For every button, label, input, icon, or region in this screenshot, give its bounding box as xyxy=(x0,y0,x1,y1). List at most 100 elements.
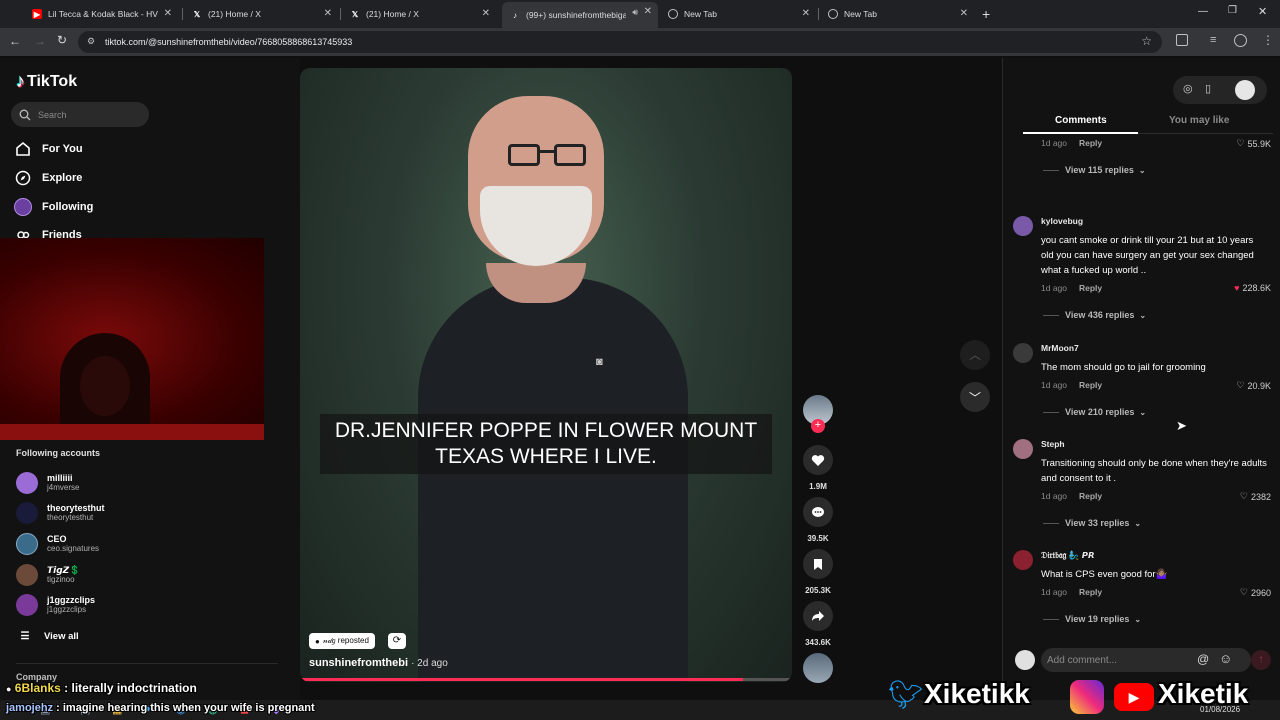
menu-icon[interactable]: ⋮ xyxy=(1262,33,1274,47)
bookmark-star-icon[interactable]: ☆ xyxy=(1141,34,1152,48)
emoji-icon[interactable]: ☺ xyxy=(1219,651,1232,666)
profile-icon[interactable] xyxy=(1234,34,1247,47)
repost-icon[interactable]: ⟳ xyxy=(388,633,406,649)
share-action[interactable]: 343.6K xyxy=(803,601,833,647)
follow-plus-icon[interactable]: + xyxy=(811,419,825,433)
tab-new-1[interactable]: New Tab ✕ xyxy=(660,4,816,24)
view-replies-button[interactable]: View 115 replies ⌄ xyxy=(1043,165,1146,175)
previous-video-button[interactable]: ︿ xyxy=(960,340,990,370)
music-disc[interactable] xyxy=(803,653,833,683)
tab-x-2[interactable]: 𝕏 (21) Home / X ✕ xyxy=(342,4,496,24)
post-comment-button[interactable]: ↑ xyxy=(1251,650,1271,670)
speaker-icon[interactable]: 🔊︎ xyxy=(632,7,638,18)
reload-button[interactable]: ↻ xyxy=(57,33,67,47)
media-control-icon[interactable]: ≡ xyxy=(1210,34,1216,46)
avatar[interactable] xyxy=(1013,216,1033,236)
tiktok-logo[interactable]: ♪ TikTok xyxy=(16,71,77,92)
avatar[interactable] xyxy=(1013,439,1033,459)
view-replies-button[interactable]: View 210 replies ⌄ xyxy=(1043,407,1146,417)
share-icon[interactable] xyxy=(803,601,833,631)
profile-avatar[interactable] xyxy=(1235,80,1255,100)
video-author[interactable]: sunshinefromthebi · 2d ago xyxy=(309,657,448,669)
close-icon[interactable]: ✕ xyxy=(164,8,172,19)
like-action[interactable]: 1.9M xyxy=(803,445,833,491)
nav-explore[interactable]: Explore xyxy=(14,169,82,187)
reply-button[interactable]: Reply xyxy=(1079,587,1102,597)
reply-button[interactable]: Reply xyxy=(1079,491,1102,501)
address-bar[interactable]: ⚙ tiktok.com/@sunshinefromthebi/video/76… xyxy=(78,31,1162,53)
glasses-right xyxy=(554,144,586,166)
nav-following[interactable]: Following xyxy=(14,198,93,216)
extensions-icon[interactable] xyxy=(1176,34,1188,46)
comment-likes[interactable]: ♡ 2382 xyxy=(1240,491,1271,502)
tab-tiktok[interactable]: ♪ (99+) sunshinefromthebigap 🔊︎ ✕ xyxy=(502,2,658,28)
progress-track[interactable] xyxy=(300,678,792,681)
following-account[interactable]: 𝙏𝙞𝙜𝙕💲 tigzinoo xyxy=(16,564,80,586)
close-window-button[interactable]: ✕ xyxy=(1258,5,1267,18)
comment-icon[interactable] xyxy=(803,497,833,527)
comment-user[interactable]: kylovebug xyxy=(1041,216,1083,226)
back-button[interactable]: ← xyxy=(9,34,21,48)
save-action[interactable]: 205.3K xyxy=(803,549,833,595)
tiktok-icon: ♪ xyxy=(513,10,517,20)
comment-meta: 1d ago Reply xyxy=(1041,491,1102,501)
compass-icon[interactable]: ◎ xyxy=(1183,82,1193,95)
like-count: 1.9M xyxy=(809,482,827,491)
following-account[interactable]: j1ggzzclips j1ggzzclips xyxy=(16,594,95,616)
view-replies-button[interactable]: View 436 replies ⌄ xyxy=(1043,310,1146,320)
comment-likes[interactable]: ♥ 228.6K xyxy=(1234,283,1271,293)
add-comment-input[interactable]: Add comment... @ ☺ xyxy=(1041,648,1251,672)
device-icon[interactable]: ▯ xyxy=(1205,82,1211,95)
minimize-button[interactable]: — xyxy=(1198,6,1208,17)
close-icon[interactable]: ✕ xyxy=(960,8,968,19)
comment-likes[interactable]: ♡ 2960 xyxy=(1240,587,1271,598)
avatar[interactable] xyxy=(1013,550,1033,570)
comment-user[interactable]: MrMoon7 xyxy=(1041,343,1079,353)
comment-user[interactable]: Steph xyxy=(1041,439,1065,449)
reply-button[interactable]: Reply xyxy=(1079,283,1102,293)
tab-x-1[interactable]: 𝕏 (21) Home / X ✕ xyxy=(184,4,338,24)
repost-chip[interactable]: ● 𝓃𝒹𝑔 reposted xyxy=(309,633,375,649)
view-replies-button[interactable]: View 33 replies ⌄ xyxy=(1043,518,1141,528)
mention-icon[interactable]: @ xyxy=(1197,652,1209,666)
view-all-link[interactable]: ☰ View all xyxy=(18,629,79,643)
close-icon[interactable]: ✕ xyxy=(324,8,332,19)
view-replies-button[interactable]: View 19 replies ⌄ xyxy=(1043,614,1141,624)
following-account[interactable]: CEO ceo.signatures xyxy=(16,533,99,555)
reply-button[interactable]: Reply xyxy=(1079,138,1102,148)
site-info-icon[interactable]: ⚙ xyxy=(87,36,95,47)
following-account[interactable]: theorytesthut theorytesthut xyxy=(16,502,105,524)
chevron-down-icon: ⌄ xyxy=(1134,518,1142,528)
close-icon[interactable]: ✕ xyxy=(644,6,652,17)
forward-button[interactable]: → xyxy=(34,34,46,48)
divider xyxy=(16,663,278,664)
tab-youtube[interactable]: ▶ Lil Tecca & Kodak Black - HVN O ✕ xyxy=(24,4,178,24)
reply-button[interactable]: Reply xyxy=(1079,380,1102,390)
comment-item: 1d ago Reply ♡ 55.9K View 115 replies ⌄ xyxy=(1013,138,1271,198)
comment-text: you cant smoke or drink till your 21 but… xyxy=(1041,235,1254,276)
new-tab-button[interactable]: + xyxy=(982,6,990,22)
tab-you-may-like[interactable]: You may like xyxy=(1169,115,1229,126)
comment-likes[interactable]: ♡ 20.9K xyxy=(1236,380,1271,391)
avatar xyxy=(16,502,38,524)
next-video-button[interactable]: ﹀ xyxy=(960,382,990,412)
search-box[interactable]: Search xyxy=(11,102,149,127)
search-placeholder: Search xyxy=(38,109,67,120)
close-icon[interactable]: ✕ xyxy=(482,8,490,19)
nav-for-you[interactable]: For You xyxy=(14,140,83,158)
comment-action[interactable]: 39.5K xyxy=(803,497,833,543)
heart-icon[interactable] xyxy=(803,445,833,475)
logo-text: TikTok xyxy=(27,72,78,90)
following-account[interactable]: milliiii j4mverse xyxy=(16,472,79,494)
close-icon[interactable]: ✕ xyxy=(802,8,810,19)
comment-likes[interactable]: ♡ 55.9K xyxy=(1236,138,1271,149)
tab-new-2[interactable]: New Tab ✕ xyxy=(820,4,974,24)
comment-item: kylovebug you cant smoke or drink till y… xyxy=(1013,216,1271,326)
comment-user[interactable]: 𝔇𝔦𝔯𝔱𝔟𝔞𝔤 🧞‍♂️ 𝙋𝙍 xyxy=(1041,550,1095,561)
avatar[interactable] xyxy=(1013,343,1033,363)
tab-comments[interactable]: Comments xyxy=(1055,115,1107,126)
comments-list[interactable]: 1d ago Reply ♡ 55.9K View 115 replies ⌄ kyl… xyxy=(1003,138,1280,648)
restore-button[interactable]: ❐ xyxy=(1228,5,1237,16)
bookmark-icon[interactable] xyxy=(803,549,833,579)
video-player[interactable]: ◙ DR.JENNIFER POPPE IN FLOWER MOUNT TEXA… xyxy=(300,68,792,682)
